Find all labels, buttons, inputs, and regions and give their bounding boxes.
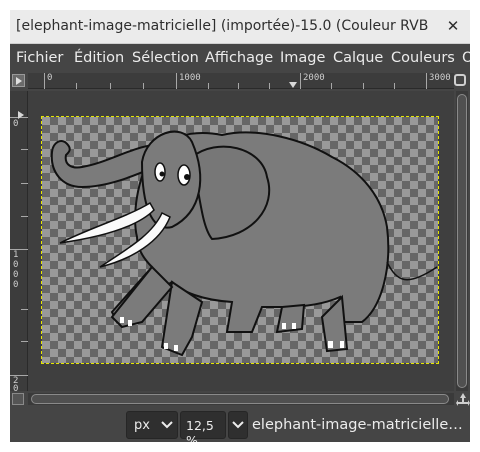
image-layer[interactable] xyxy=(41,116,439,364)
unit-select[interactable]: px xyxy=(126,411,178,439)
navigate-icon[interactable] xyxy=(456,393,470,407)
elephant-drawing xyxy=(50,130,438,357)
horizontal-scrollbar-thumb[interactable] xyxy=(31,394,449,404)
pointer-position-marker xyxy=(289,82,297,88)
hruler-label-3000: 3000 xyxy=(429,73,451,83)
menu-selection[interactable]: Sélection xyxy=(132,50,199,66)
window-title: [elephant-image-matricielle] (importée)-… xyxy=(16,18,434,34)
menu-image[interactable]: Image xyxy=(280,50,325,66)
title-bar: [elephant-image-matricielle] (importée)-… xyxy=(10,10,470,44)
menu-calque[interactable]: Calque xyxy=(333,50,383,66)
close-icon[interactable]: ✕ xyxy=(442,15,464,37)
hruler-label-0: 0 xyxy=(47,73,53,83)
hruler-label-1000: 1000 xyxy=(179,73,201,83)
vruler-label-1000-d1: 1 xyxy=(13,250,19,260)
menu-bar: Fichier Édition Sélection Affichage Imag… xyxy=(10,45,470,73)
chevron-down-icon xyxy=(232,417,244,435)
quick-mask-icon[interactable] xyxy=(12,393,24,405)
vruler-label-1000-d3: 0 xyxy=(13,270,19,280)
chevron-down-icon xyxy=(161,417,173,435)
vruler-label-1000-d2: 0 xyxy=(13,260,19,270)
vertical-scrollbar[interactable] xyxy=(456,91,468,391)
horizontal-scrollbar[interactable] xyxy=(28,393,454,405)
horizontal-ruler[interactable]: 0 1000 2000 3000 xyxy=(28,73,454,89)
menu-edition[interactable]: Édition xyxy=(74,50,124,66)
vruler-label-1000-d4: 0 xyxy=(13,280,19,290)
vertical-scrollbar-thumb[interactable] xyxy=(457,94,467,388)
hruler-label-2000: 2000 xyxy=(303,73,325,83)
status-bar: px 12,5 % elephant-image-matricielle… xyxy=(10,408,470,442)
status-message: elephant-image-matricielle… xyxy=(252,417,463,433)
menu-couleurs[interactable]: Couleurs xyxy=(391,50,455,66)
zoom-dropdown-button[interactable] xyxy=(228,411,248,439)
menu-fichier[interactable]: Fichier xyxy=(16,50,63,66)
image-canvas[interactable] xyxy=(28,91,454,391)
zoom-input[interactable]: 12,5 % xyxy=(180,411,226,442)
zoom-value: 12,5 % xyxy=(186,418,214,442)
zoom-image-icon[interactable] xyxy=(454,74,466,86)
menu-outils[interactable]: O xyxy=(462,50,470,66)
menu-affichage[interactable]: Affichage xyxy=(205,50,273,66)
vruler-label-0: 0 xyxy=(13,119,19,129)
pointer-position-marker-vertical xyxy=(18,111,24,119)
ruler-menu-icon[interactable] xyxy=(12,74,25,87)
gimp-image-window: [elephant-image-matricielle] (importée)-… xyxy=(10,10,470,442)
vertical-ruler[interactable]: 0 1 0 0 0 2 0 xyxy=(10,91,28,394)
unit-value: px xyxy=(134,418,150,433)
